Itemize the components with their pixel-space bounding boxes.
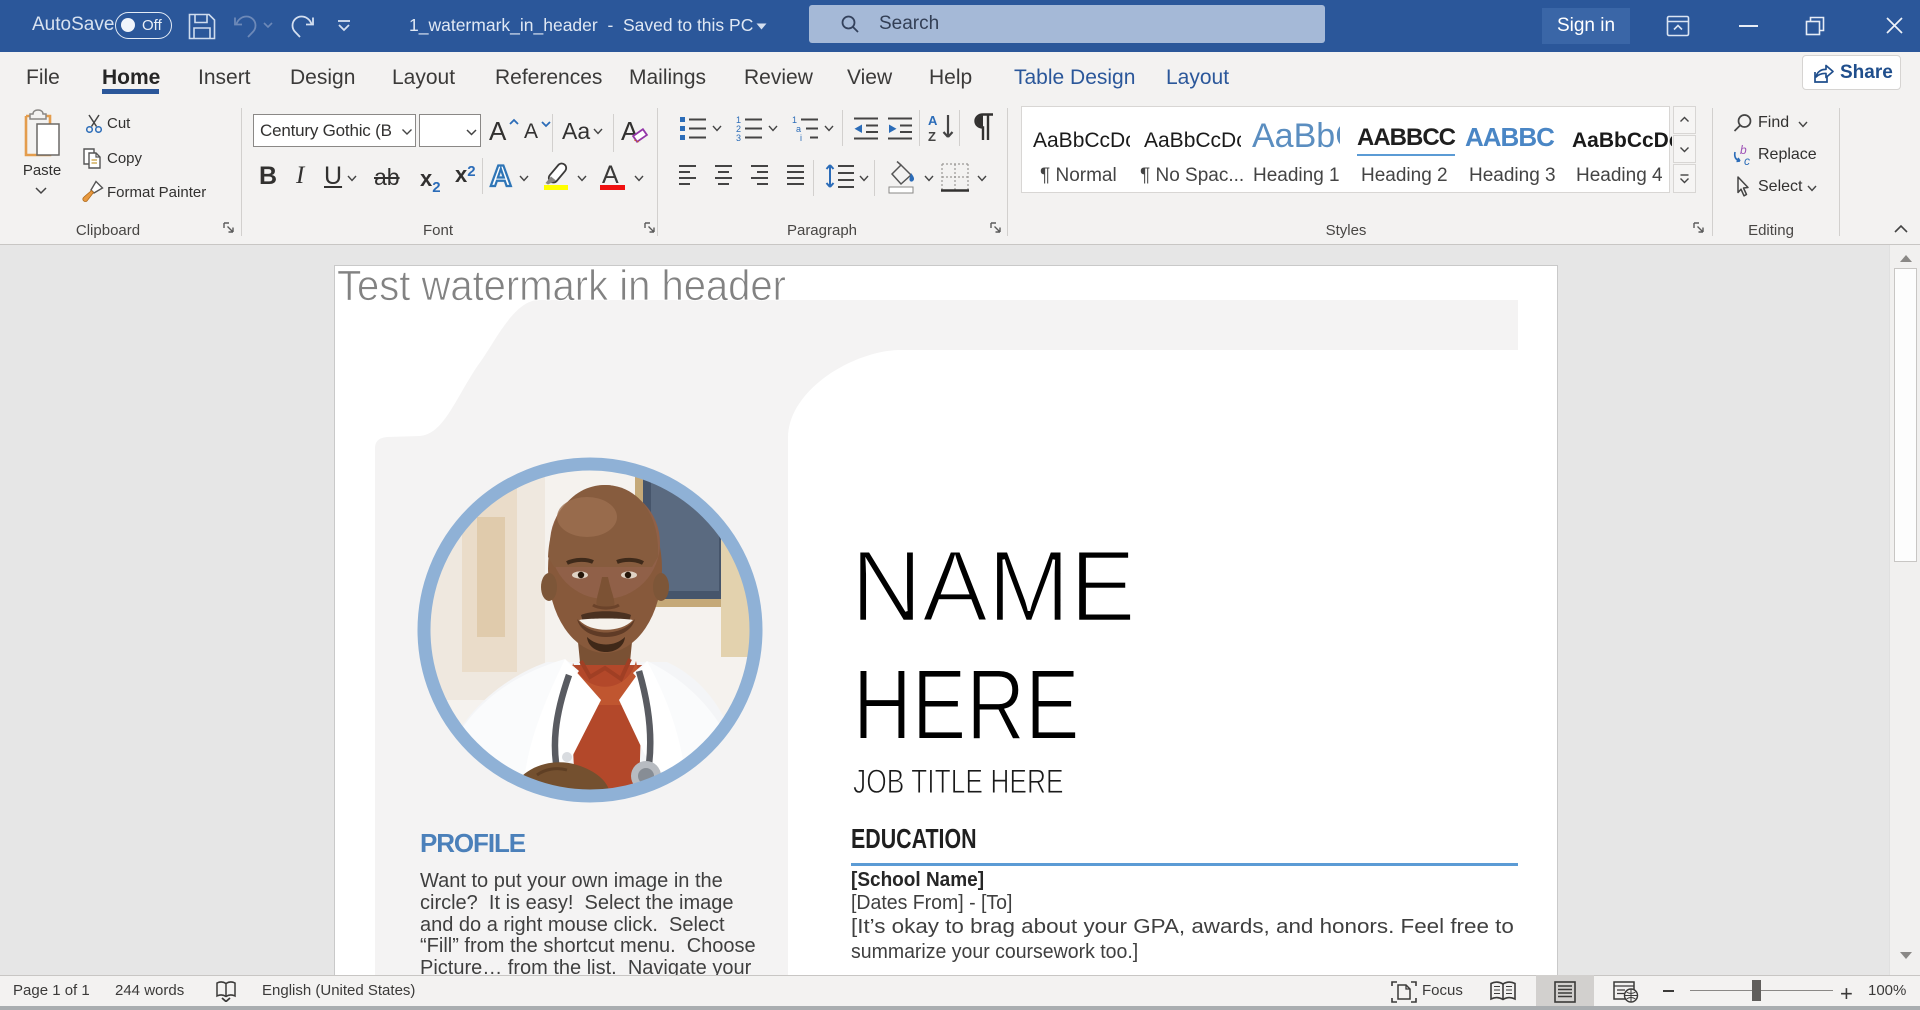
svg-text:3: 3: [736, 133, 741, 141]
svg-text:c: c: [1744, 154, 1750, 166]
svg-text:Z: Z: [928, 129, 936, 143]
svg-text:i: i: [800, 133, 802, 141]
svg-text:A: A: [928, 113, 938, 128]
